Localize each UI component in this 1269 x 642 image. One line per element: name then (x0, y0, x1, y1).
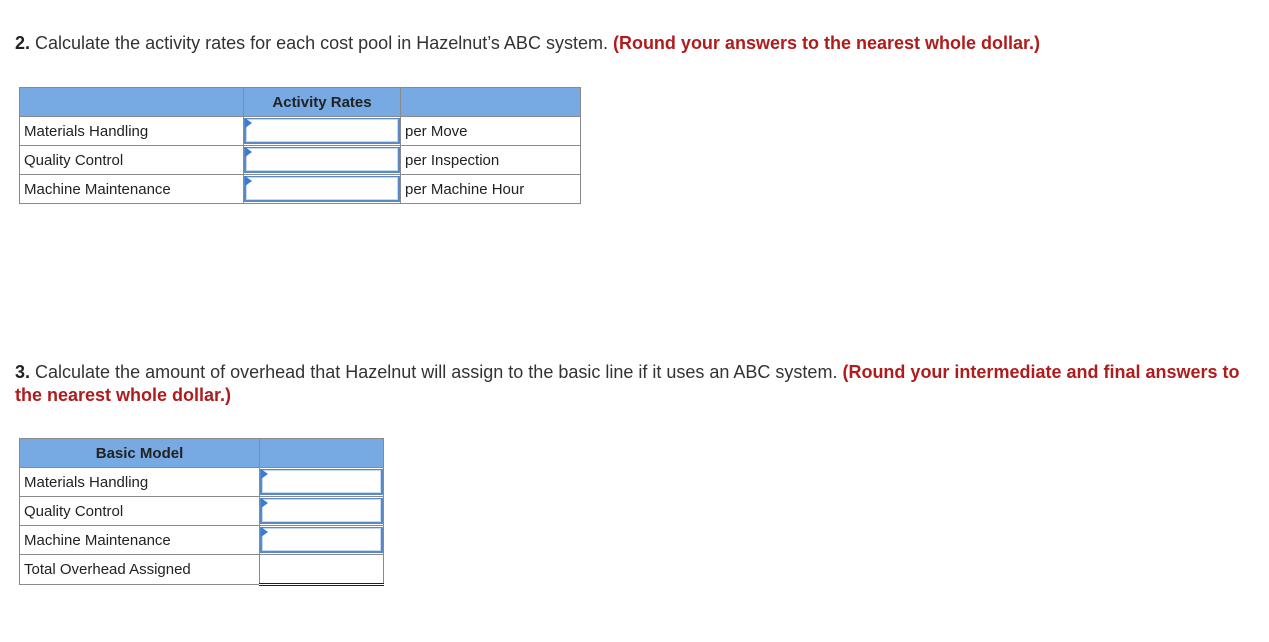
activity-rate-machine-maintenance-input[interactable] (244, 176, 400, 202)
total-overhead-value (259, 554, 384, 586)
table-header-row: Basic Model (19, 438, 384, 468)
unit-per-inspection: per Inspection (400, 145, 581, 175)
question-3-number: 3. (15, 362, 31, 382)
question-3: 3. Calculate the amount of overhead that… (15, 361, 1255, 407)
input-flag-icon (261, 498, 268, 508)
input-flag-icon (261, 527, 268, 537)
input-cell (243, 174, 401, 204)
table-row: Materials Handling per Move (19, 116, 581, 146)
input-flag-icon (261, 469, 268, 479)
input-flag-icon (245, 118, 252, 128)
overhead-machine-maintenance-input[interactable] (260, 527, 383, 553)
input-cell (259, 525, 384, 555)
overhead-quality-control-input[interactable] (260, 498, 383, 524)
table-row: Quality Control (19, 496, 384, 526)
activity-rate-materials-handling-input[interactable] (244, 118, 400, 144)
question-2: 2. Calculate the activity rates for each… (15, 32, 1255, 55)
question-2-number: 2. (15, 33, 31, 53)
question-3-text: Calculate the amount of overhead that Ha… (30, 362, 843, 382)
activity-rates-table: Activity Rates Materials Handling per Mo… (19, 87, 581, 204)
row-label-materials-handling: Materials Handling (19, 116, 244, 146)
input-cell (259, 467, 384, 497)
input-flag-icon (245, 176, 252, 186)
row-label-machine-maintenance: Machine Maintenance (19, 174, 244, 204)
unit-per-machine-hour: per Machine Hour (400, 174, 581, 204)
header-blank (19, 87, 244, 117)
input-cell (243, 116, 401, 146)
row-label-quality-control: Quality Control (19, 145, 244, 175)
input-flag-icon (245, 147, 252, 157)
basic-model-overhead-table: Basic Model Materials Handling Quality C… (19, 438, 384, 586)
table-row: Quality Control per Inspection (19, 145, 581, 175)
row-label-machine-maintenance: Machine Maintenance (19, 525, 260, 555)
question-2-text: Calculate the activity rates for each co… (30, 33, 613, 53)
unit-per-move: per Move (400, 116, 581, 146)
row-label-quality-control: Quality Control (19, 496, 260, 526)
row-label-materials-handling: Materials Handling (19, 467, 260, 497)
overhead-materials-handling-input[interactable] (260, 469, 383, 495)
input-cell (243, 145, 401, 175)
table-row: Machine Maintenance per Machine Hour (19, 174, 581, 204)
header-blank (259, 438, 384, 468)
header-activity-rates: Activity Rates (243, 87, 401, 117)
table-row: Materials Handling (19, 467, 384, 497)
row-label-total-overhead-assigned: Total Overhead Assigned (19, 554, 260, 585)
question-2-hint: (Round your answers to the nearest whole… (612, 33, 1041, 53)
header-unit (400, 87, 581, 117)
table-row: Machine Maintenance (19, 525, 384, 555)
activity-rate-quality-control-input[interactable] (244, 147, 400, 173)
table-total-row: Total Overhead Assigned (19, 554, 384, 586)
input-cell (259, 496, 384, 526)
header-basic-model: Basic Model (19, 438, 260, 468)
table-header-row: Activity Rates (19, 87, 581, 117)
